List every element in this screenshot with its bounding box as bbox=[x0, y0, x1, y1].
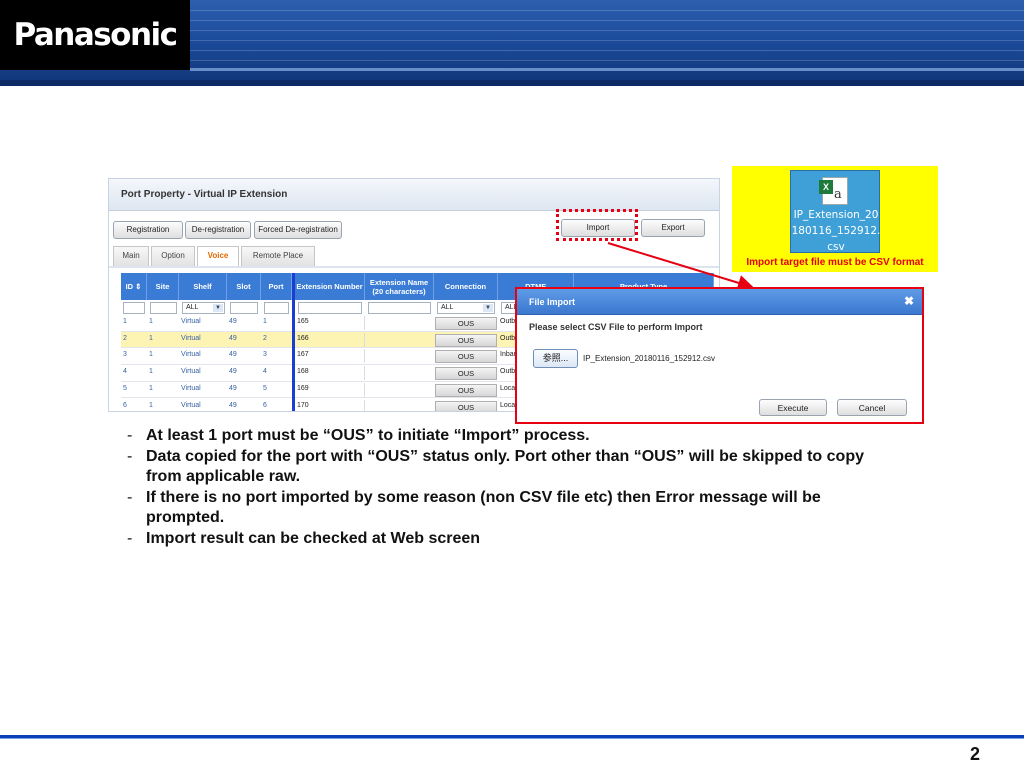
close-icon[interactable]: ✖ bbox=[904, 294, 914, 308]
execute-button[interactable]: Execute bbox=[759, 399, 827, 416]
dialog-title: File Import bbox=[529, 297, 576, 307]
note-item: - At least 1 port must be “OUS” to initia… bbox=[127, 426, 897, 447]
cancel-button[interactable]: Cancel bbox=[837, 399, 907, 416]
note-text: Data copied for the port with “OUS” stat… bbox=[146, 447, 864, 486]
browse-button[interactable]: 参照... bbox=[533, 349, 578, 368]
selected-file-name: IP_Extension_20180116_152912.csv bbox=[583, 354, 715, 363]
footer-rule-light bbox=[0, 738, 1024, 739]
bullet-dash: - bbox=[127, 488, 133, 506]
note-item: - Import result can be checked at Web scr… bbox=[127, 529, 897, 550]
dialog-title-bar: File Import ✖ bbox=[517, 289, 922, 315]
page-number: 2 bbox=[969, 744, 980, 764]
note-text: If there is no port imported by some rea… bbox=[146, 488, 821, 527]
file-import-dialog: File Import ✖ Please select CSV File to … bbox=[515, 287, 924, 424]
note-text: Import result can be checked at Web scre… bbox=[146, 529, 481, 547]
bullet-dash: - bbox=[127, 529, 133, 547]
bullet-dash: - bbox=[127, 447, 133, 465]
note-text: At least 1 port must be “OUS” to initiat… bbox=[146, 427, 590, 444]
note-item: - If there is no port imported by some re… bbox=[127, 488, 897, 529]
bullet-dash: - bbox=[127, 427, 133, 444]
notes-list: - At least 1 port must be “OUS” to initia… bbox=[127, 426, 897, 549]
dialog-prompt: Please select CSV File to perform Import bbox=[529, 322, 703, 332]
note-item: - Data copied for the port with “OUS” sta… bbox=[127, 447, 897, 488]
